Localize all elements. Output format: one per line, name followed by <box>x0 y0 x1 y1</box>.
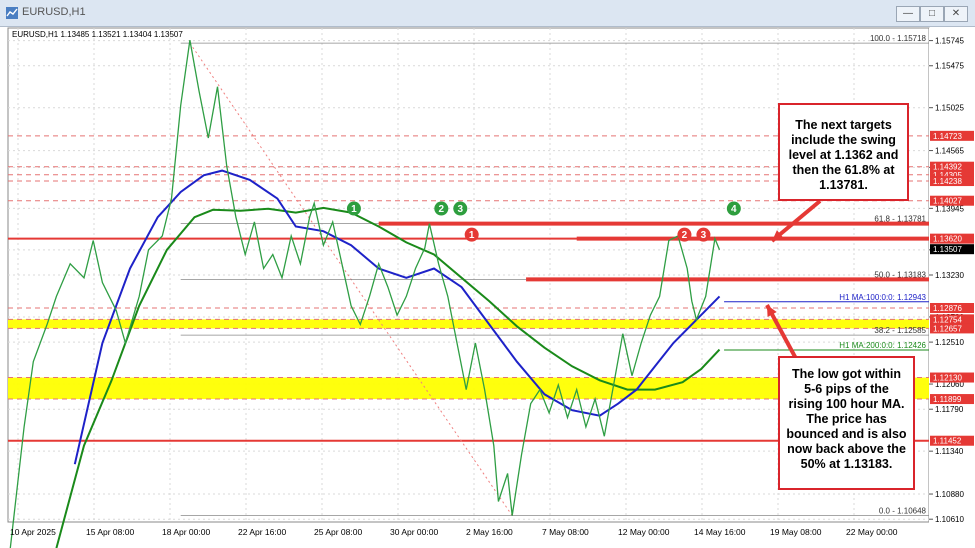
swing-marker-label: 2 <box>439 204 445 215</box>
fib-level-label: 0.0 - 1.10648 <box>879 507 927 516</box>
y-tick-label: 1.13230 <box>935 271 964 280</box>
chart-window: EURUSD,H1 — □ ✕ 100.0 - 1.1571861.8 - 1.… <box>0 0 975 548</box>
price-tag-label: 1.14027 <box>933 197 962 206</box>
price-tag-label: 1.11452 <box>933 437 962 446</box>
fib-level-label: 38.2 - 1.12585 <box>874 326 926 335</box>
swing-marker-label: 1 <box>469 230 475 241</box>
y-tick-label: 1.10880 <box>935 490 964 499</box>
swing-marker-label: 1 <box>351 204 357 215</box>
y-tick-label: 1.15475 <box>935 62 964 71</box>
y-tick-label: 1.10610 <box>935 515 964 524</box>
support-zone <box>8 319 929 328</box>
minimize-button[interactable]: — <box>896 6 920 22</box>
price-tag-label: 1.12657 <box>933 324 962 333</box>
price-tag-label: 1.12754 <box>933 315 962 324</box>
chart-app-icon <box>6 7 18 19</box>
x-tick-label: 22 Apr 16:00 <box>238 527 286 537</box>
x-tick-label: 19 May 08:00 <box>770 527 822 537</box>
price-tag-label: 1.13620 <box>933 235 962 244</box>
ma-label: H1 MA:100:0:0: 1.12943 <box>839 293 926 302</box>
y-tick-label: 1.15025 <box>935 104 964 113</box>
price-tag-label: 1.14238 <box>933 177 962 186</box>
x-tick-label: 22 May 00:00 <box>846 527 898 537</box>
x-tick-label: 25 Apr 08:00 <box>314 527 362 537</box>
callout-next-targets: The next targets include the swing level… <box>778 103 909 201</box>
price-tag-label: 1.14723 <box>933 132 962 141</box>
title-bar: EURUSD,H1 — □ ✕ <box>0 0 975 27</box>
fib-level-label: 100.0 - 1.15718 <box>870 34 927 43</box>
x-tick-label: 12 May 00:00 <box>618 527 670 537</box>
x-tick-label: 10 Apr 2025 <box>10 527 56 537</box>
x-tick-label: 18 Apr 00:00 <box>162 527 210 537</box>
callout-low-bounce: The low got within 5-6 pips of the risin… <box>778 356 915 490</box>
price-tag-label: 1.13507 <box>933 245 962 254</box>
swing-marker-label: 2 <box>682 230 688 241</box>
x-tick-label: 15 Apr 08:00 <box>86 527 134 537</box>
y-tick-label: 1.14565 <box>935 147 964 156</box>
y-tick-label: 1.12510 <box>935 338 964 347</box>
chart-header: EURUSD,H1 1.13485 1.13521 1.13404 1.1350… <box>12 30 183 39</box>
y-tick-label: 1.15745 <box>935 37 964 46</box>
price-tag-label: 1.12130 <box>933 374 962 383</box>
ma-label: H1 MA:200:0:0: 1.12426 <box>839 341 926 350</box>
price-tag-label: 1.11899 <box>933 395 962 404</box>
close-button[interactable]: ✕ <box>944 6 968 22</box>
swing-marker-label: 3 <box>701 230 707 241</box>
price-tag-label: 1.12876 <box>933 304 962 313</box>
y-tick-label: 1.11790 <box>935 405 964 414</box>
x-tick-label: 14 May 16:00 <box>694 527 746 537</box>
maximize-button[interactable]: □ <box>920 6 944 22</box>
swing-marker-label: 3 <box>458 204 464 215</box>
x-tick-label: 30 Apr 00:00 <box>390 527 438 537</box>
y-tick-label: 1.11340 <box>935 447 964 456</box>
x-tick-label: 7 May 08:00 <box>542 527 589 537</box>
window-title: EURUSD,H1 <box>22 6 86 18</box>
swing-marker-label: 4 <box>731 204 737 215</box>
x-tick-label: 2 May 16:00 <box>466 527 513 537</box>
